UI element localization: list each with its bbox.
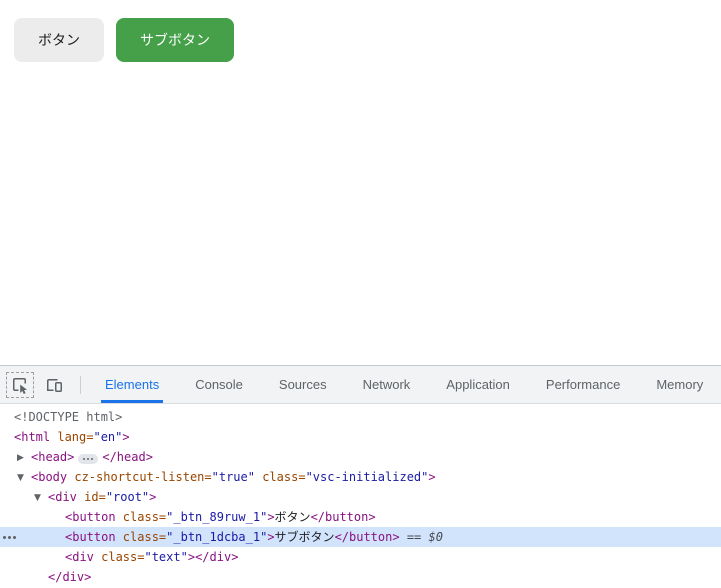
tab-network[interactable]: Network xyxy=(349,366,425,403)
dom-tree: <!DOCTYPE html> <html lang="en"> ▶ <head> </… xyxy=(0,404,721,587)
code-token-doctype: <!DOCTYPE html> xyxy=(14,410,123,424)
code-token-tag: <div xyxy=(48,490,77,504)
inspect-element-button[interactable] xyxy=(6,371,34,398)
code-token-tag: </div> xyxy=(48,570,92,584)
code-token-tag: <body xyxy=(31,470,68,484)
code-token-tag: <button xyxy=(65,530,116,544)
devtools-toolbar: Elements Console Sources Network Application… xyxy=(0,366,721,404)
dom-node-row[interactable]: <button class="_btn_1dcba_1">サブボタン</butt… xyxy=(0,527,721,547)
tab-elements[interactable]: Elements xyxy=(91,366,173,403)
code-token-attr: class= xyxy=(115,510,167,524)
devtools-panel: Elements Console Sources Network Application… xyxy=(0,365,721,588)
code-token-text: ボタン xyxy=(274,510,311,524)
tab-memory[interactable]: Memory xyxy=(642,366,717,403)
dom-node-row[interactable]: ▼ <body cz-shortcut-listen="true" class="… xyxy=(0,467,721,487)
code-token-attr: class= xyxy=(254,470,306,484)
code-token-val: "root" xyxy=(105,490,150,504)
collapse-arrow-icon[interactable]: ▼ xyxy=(34,488,48,508)
expand-arrow-icon[interactable]: ▶ xyxy=(17,448,31,468)
code-token-tag: </button> xyxy=(334,530,400,544)
collapsed-content-button[interactable] xyxy=(78,454,99,464)
dom-node-row[interactable]: ▼ <div id="root"> xyxy=(0,487,721,507)
code-token-attr: class= xyxy=(115,530,167,544)
toolbar-divider xyxy=(80,375,81,394)
code-token-val: "_btn_1dcba_1" xyxy=(166,530,268,544)
code-token-val: "true" xyxy=(211,470,255,484)
page-button-primary[interactable]: サブボタン xyxy=(116,18,234,62)
code-token-val: "text" xyxy=(144,550,188,564)
code-token-tag: <head> xyxy=(31,450,75,464)
device-toolbar-icon xyxy=(47,378,62,392)
code-token-attr: cz-shortcut-listen= xyxy=(67,470,212,484)
dom-node-row[interactable]: <!DOCTYPE html> xyxy=(0,407,721,427)
code-token-text: サブボタン xyxy=(274,530,335,544)
code-token-attr: lang= xyxy=(50,430,94,444)
inspect-element-icon xyxy=(13,377,28,394)
web-page-preview: ボタン サブボタン xyxy=(0,0,721,365)
code-token-val: "_btn_89ruw_1" xyxy=(166,510,268,524)
code-token-sel: == $0 xyxy=(399,530,443,544)
device-toolbar-button[interactable] xyxy=(40,372,68,398)
tab-console[interactable]: Console xyxy=(181,366,257,403)
dom-node-row[interactable]: <div class="text"></div> xyxy=(0,547,721,567)
page-button-default[interactable]: ボタン xyxy=(14,18,104,62)
code-token-val: "en" xyxy=(93,430,123,444)
dom-node-row[interactable]: <button class="_btn_89ruw_1">ボタン</button… xyxy=(0,507,721,527)
tab-sources[interactable]: Sources xyxy=(265,366,341,403)
code-token-tag: > xyxy=(122,430,130,444)
code-token-tag: <div xyxy=(65,550,94,564)
code-token-tag: </div> xyxy=(195,550,239,564)
code-token-attr: id= xyxy=(76,490,106,504)
tab-performance[interactable]: Performance xyxy=(532,366,634,403)
code-token-tag: > xyxy=(428,470,436,484)
page-buttons: ボタン サブボタン xyxy=(14,18,721,62)
code-token-tag: > xyxy=(267,530,275,544)
code-token-tag: </head> xyxy=(102,450,153,464)
row-overflow-menu-icon[interactable] xyxy=(3,536,16,539)
code-token-tag: <html xyxy=(14,430,51,444)
dom-node-row[interactable]: </div> xyxy=(0,567,721,587)
dom-node-row[interactable]: <html lang="en"> xyxy=(0,427,721,447)
code-token-tag: > xyxy=(267,510,275,524)
code-token-val: "vsc-initialized" xyxy=(305,470,429,484)
code-token-tag: > xyxy=(149,490,157,504)
code-token-attr: class= xyxy=(93,550,145,564)
dom-node-row[interactable]: ▶ <head> </head> xyxy=(0,447,721,467)
tab-application[interactable]: Application xyxy=(432,366,524,403)
code-token-tag: </button> xyxy=(310,510,376,524)
code-token-tag: > xyxy=(187,550,196,564)
collapse-arrow-icon[interactable]: ▼ xyxy=(17,468,31,488)
devtools-tabs: Elements Console Sources Network Application… xyxy=(91,366,721,403)
code-token-tag: <button xyxy=(65,510,116,524)
